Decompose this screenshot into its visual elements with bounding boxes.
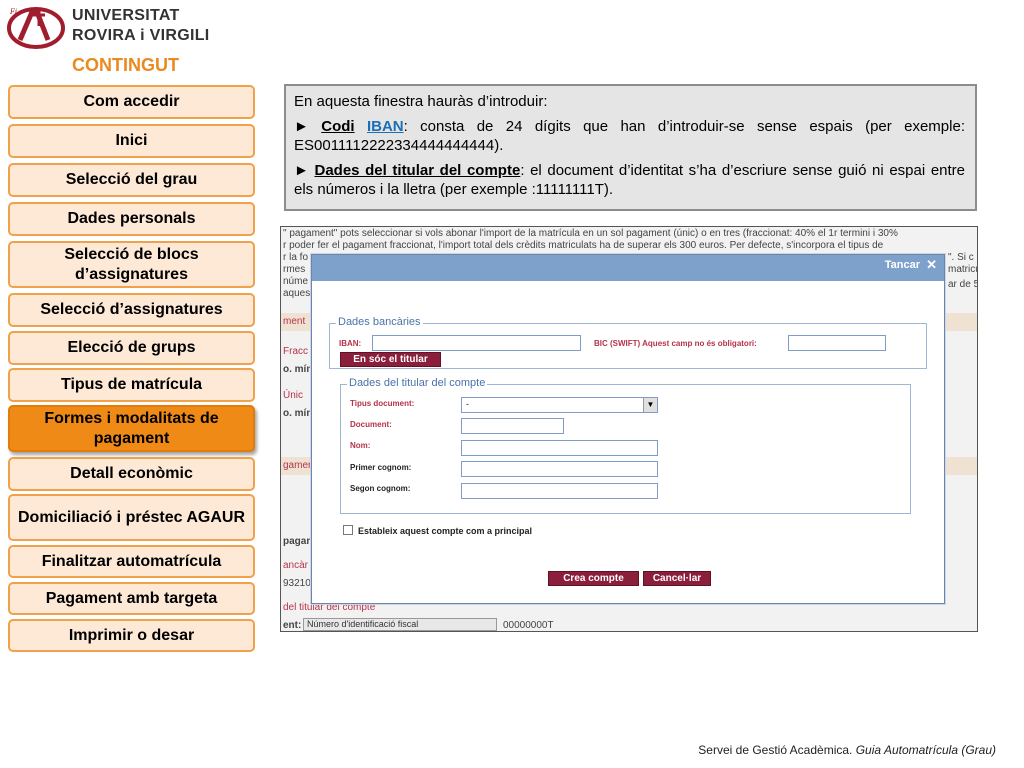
create-account-button[interactable]: Crea compte [548, 571, 639, 586]
iban-input[interactable] [372, 335, 581, 351]
bg-text-line: ". Si c [948, 252, 974, 263]
footer-service: Servei de Gestió Acadèmica. [698, 743, 856, 757]
name-input[interactable] [461, 440, 658, 456]
first-surname-label: Primer cognom: [350, 463, 412, 472]
sidebar-item-detall-economic[interactable]: Detall econòmic [8, 457, 255, 491]
document-input[interactable] [461, 418, 564, 434]
bg-label: Únic [283, 390, 304, 401]
sidebar-item-pagament-targeta[interactable]: Pagament amb targeta [8, 582, 255, 615]
sidebar-item-seleccio-grau[interactable]: Selecció del grau [8, 163, 255, 197]
bg-label: ment [283, 316, 306, 327]
bg-label: ancàr [283, 560, 309, 571]
sidebar-item-domiciliacio[interactable]: Domiciliació i préstec AGAUR [8, 494, 255, 541]
sidebar-item-seleccio-blocs[interactable]: Selecció de blocs d’assignatures [8, 241, 255, 288]
bg-text-line: ar de 50 [948, 279, 977, 290]
name-label: Nom: [350, 441, 371, 450]
second-surname-label: Segon cognom: [350, 484, 411, 493]
document-label: Document: [350, 420, 392, 429]
second-surname-input[interactable] [461, 483, 658, 499]
document-type-label: Tipus document: [350, 399, 415, 408]
bg-text-line: matricul [948, 264, 977, 275]
sidebar-item-imprimir[interactable]: Imprimir o desar [8, 619, 255, 652]
sidebar-item-eleccio-grups[interactable]: Elecció de grups [8, 331, 255, 365]
chevron-down-icon[interactable]: ▼ [643, 398, 657, 412]
sidebar-item-dades-personals[interactable]: Dades personals [8, 202, 255, 236]
instructions-iban: ► Codi IBAN: consta de 24 dígits que han… [294, 117, 965, 155]
principal-account-checkbox[interactable] [343, 525, 353, 535]
bic-label: BIC (SWIFT) Aquest camp no és obligatori… [594, 339, 757, 348]
i-am-holder-button[interactable]: En sóc el titular [340, 352, 441, 367]
first-surname-input[interactable] [461, 461, 658, 477]
dialog-titlebar: Tancar ✕ [312, 255, 944, 281]
university-name: UNIVERSITAT ROVIRA i VIRGILI [72, 6, 210, 46]
instructions-titular: ► Dades del titular del compte: el docum… [294, 161, 965, 199]
iban-link[interactable]: IBAN [367, 118, 404, 135]
bg-text-line: rmes [283, 264, 306, 275]
bg-text-line: " pagament" pots seleccionar si vols abo… [283, 228, 898, 239]
bg-document-type-select: Número d'identificació fiscal [303, 618, 497, 631]
sidebar-item-inici[interactable]: Inici [8, 124, 255, 158]
bank-account-dialog: Tancar ✕ Dades bancàries IBAN: BIC (SWIF… [311, 254, 945, 604]
bg-text-line: núme [283, 276, 309, 287]
bg-text-line: r la fo [283, 252, 309, 263]
bullet-icon: ► [294, 118, 309, 135]
footer: Servei de Gestió Acadèmica. Guia Automat… [698, 743, 996, 757]
sidebar-item-seleccio-assignatures[interactable]: Selecció d’assignatures [8, 293, 255, 327]
sidebar-item-tipus-matricula[interactable]: Tipus de matrícula [8, 368, 255, 402]
iban-label: IBAN: [339, 339, 362, 348]
bg-label: ent: [283, 620, 302, 631]
cancel-button[interactable]: Cancel·lar [643, 571, 711, 586]
contingut-heading: CONTINGUT [72, 55, 179, 75]
instructions-intro: En aquesta finestra hauràs d’introduir: [294, 93, 548, 110]
university-line2: ROVIRA i VIRGILI [72, 27, 210, 44]
holder-data-legend: Dades del titular del compte [347, 377, 488, 389]
document-type-select[interactable]: - ▼ [461, 397, 658, 413]
instructions-box: En aquesta finestra hauràs d’introduir: … [284, 84, 977, 211]
close-icon[interactable]: ✕ [926, 257, 937, 273]
footer-guide: Guia Automatrícula (Grau) [855, 743, 996, 757]
close-label[interactable]: Tancar [885, 259, 920, 271]
bg-label: o. mín [283, 364, 313, 375]
holder-data-fieldset: Dades del titular del compte Tipus docum… [340, 377, 911, 514]
principal-account-label: Estableix aquest compte com a principal [358, 526, 533, 536]
bullet-icon: ► [294, 162, 309, 179]
bg-text-line: r poder fer el pagament fraccionat, l'im… [283, 240, 884, 251]
svg-text:Fi: Fi [9, 8, 17, 16]
bg-label: Fracc [283, 346, 308, 357]
bg-document-value: 00000000T [503, 620, 554, 631]
sidebar-item-formes-pagament[interactable]: Formes i modalitats de pagament [8, 405, 255, 452]
titular-term: Dades del titular del compte [314, 162, 521, 179]
iban-term: Codi [321, 118, 355, 135]
urv-logo-icon: Fi [7, 7, 65, 49]
bic-input[interactable] [788, 335, 886, 351]
sidebar-item-finalitzar[interactable]: Finalitzar automatrícula [8, 545, 255, 578]
university-line1: UNIVERSITAT [72, 7, 180, 24]
bg-label: o. mín [283, 408, 313, 419]
bg-text-line: aquest [283, 288, 314, 299]
bank-data-legend: Dades bancàries [336, 316, 423, 328]
sidebar-item-com-accedir[interactable]: Com accedir [8, 85, 255, 119]
document-type-value: - [466, 399, 469, 409]
